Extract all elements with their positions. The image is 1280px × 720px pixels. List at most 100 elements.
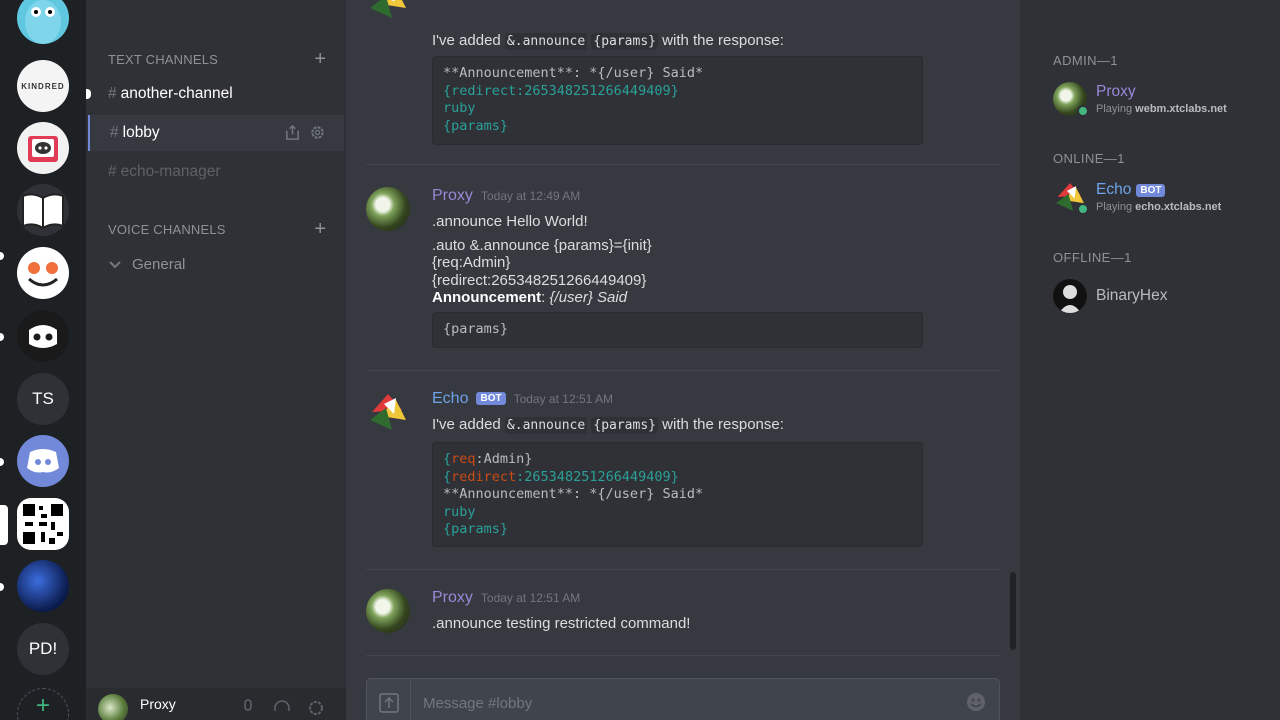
- gopher-server-icon[interactable]: [17, 0, 69, 44]
- text-suffix: with the response:: [658, 32, 784, 49]
- text-prefix: I've added: [432, 416, 505, 433]
- message-line: {req:Admin}: [432, 254, 511, 271]
- message-divider: [366, 655, 1000, 656]
- colon-text: :: [541, 289, 550, 306]
- timestamp: Today at 12:51 AM: [480, 591, 581, 605]
- code-line: **Announcement**: *{/user} Said*: [443, 65, 704, 81]
- code-line: {params}: [443, 521, 509, 537]
- code-line: **Announcement**: *{/user} Said*: [443, 486, 704, 502]
- add-voice-channel-button[interactable]: +: [314, 219, 326, 239]
- activity-game: echo.xtclabs.net: [1135, 201, 1222, 213]
- bot-badge: BOT: [476, 392, 506, 405]
- message-text: .announce Hello World! .auto &.announce …: [432, 213, 652, 307]
- author-name[interactable]: Echo: [432, 390, 468, 408]
- channel-echo-manager[interactable]: # echo-manager: [88, 154, 344, 190]
- message-divider: [366, 370, 1000, 371]
- user-panel: Proxy: [86, 688, 346, 720]
- kindred-server-icon[interactable]: KINDRED: [17, 60, 69, 112]
- avatar[interactable]: [366, 187, 410, 231]
- chat-scrollbar[interactable]: [1010, 572, 1016, 650]
- member-proxy[interactable]: Proxy Playing webm.xtclabs.net: [1053, 82, 1273, 122]
- emoji-icon[interactable]: [965, 691, 987, 713]
- message-text: I've added &.announce {params} with the …: [432, 416, 784, 435]
- code-line: {params}: [443, 117, 509, 134]
- pd-label: PD!: [28, 639, 58, 658]
- inline-code: &.announce: [504, 33, 588, 50]
- message-text: .announce testing restricted command!: [432, 615, 691, 632]
- unread-indicator: [0, 583, 4, 591]
- open-book-server-icon[interactable]: [17, 184, 69, 236]
- member-binaryhex[interactable]: BinaryHex: [1053, 279, 1273, 319]
- add-server-button[interactable]: +: [17, 688, 69, 720]
- avatar[interactable]: [366, 589, 410, 633]
- hash-icon: #: [110, 124, 119, 141]
- message-header: Proxy Today at 12:51 AM: [432, 589, 580, 607]
- microphone-icon[interactable]: [238, 698, 258, 718]
- online-status-icon: [1077, 105, 1089, 117]
- message: I've added &.announce {params} with the …: [366, 0, 1000, 150]
- pd-server[interactable]: PD!: [17, 623, 69, 675]
- code-token: :Admin}: [475, 451, 533, 467]
- echo-avatar-icon[interactable]: [366, 390, 410, 434]
- voice-channel-general[interactable]: General: [108, 256, 185, 273]
- message-text: I've added &.announce {params} with the …: [432, 32, 784, 51]
- channel-lobby[interactable]: # lobby: [88, 115, 344, 151]
- invite-icon[interactable]: [284, 124, 301, 141]
- bold-text: Announcement: [432, 289, 542, 306]
- inline-code: {params}: [591, 417, 658, 434]
- channel-sidebar: TEXT CHANNELS + # another-channel # lobb…: [86, 0, 346, 720]
- code-line: {redirect:265348251266449409}: [443, 82, 679, 99]
- message-line: .announce Hello World!: [432, 213, 588, 230]
- member-list: ADMIN—1 Proxy Playing webm.xtclabs.net O…: [1020, 0, 1280, 720]
- member-name-text: Echo: [1096, 181, 1132, 198]
- text-suffix: with the response:: [658, 416, 784, 433]
- discord-book-server-icon[interactable]: [17, 122, 69, 174]
- author-name[interactable]: Proxy: [432, 589, 473, 607]
- smiley-server-icon[interactable]: [17, 247, 69, 299]
- channel-label: lobby: [122, 124, 160, 141]
- avatar[interactable]: [98, 694, 128, 720]
- member-activity: Playing echo.xtclabs.net: [1096, 201, 1221, 213]
- hash-icon: #: [108, 85, 117, 102]
- headphones-icon[interactable]: [272, 698, 292, 718]
- add-text-channel-button[interactable]: +: [314, 49, 326, 69]
- active-server-indicator: [0, 505, 8, 545]
- code-block: **Announcement**: *{/user} Said* {redirec…: [432, 56, 923, 145]
- upload-button[interactable]: [367, 679, 411, 720]
- code-line: ruby: [443, 503, 476, 520]
- gear-icon[interactable]: [309, 124, 326, 141]
- code-line: {params}: [443, 321, 509, 337]
- chat-panel: I've added &.announce {params} with the …: [346, 0, 1020, 720]
- text-channels-category[interactable]: TEXT CHANNELS: [108, 52, 218, 67]
- member-group-title: ADMIN—1: [1053, 53, 1118, 68]
- channel-another-channel[interactable]: # another-channel: [88, 76, 344, 112]
- ts-server[interactable]: TS: [17, 373, 69, 425]
- kindred-label: KINDRED: [21, 81, 65, 91]
- member-name: Echo BOT: [1096, 181, 1166, 199]
- member-name: Proxy: [1096, 83, 1136, 101]
- message-header: Proxy Today at 12:49 AM: [432, 187, 580, 205]
- voice-channels-category[interactable]: VOICE CHANNELS: [108, 222, 226, 237]
- inline-code: &.announce: [504, 417, 588, 434]
- member-group-title: ONLINE—1: [1053, 151, 1125, 166]
- activity-prefix: Playing: [1096, 103, 1136, 115]
- unread-indicator: [0, 458, 4, 466]
- qr-server-icon[interactable]: [17, 498, 69, 550]
- timestamp: Today at 12:49 AM: [480, 189, 581, 203]
- message-header: Echo BOT Today at 12:51 AM: [432, 390, 613, 408]
- member-echo[interactable]: Echo BOT Playing echo.xtclabs.net: [1053, 180, 1273, 220]
- settings-icon[interactable]: [306, 698, 326, 718]
- message-composer: [366, 678, 1000, 720]
- activity-prefix: Playing: [1096, 201, 1136, 213]
- member-group-title: OFFLINE—1: [1053, 250, 1132, 265]
- unread-indicator: [0, 333, 4, 341]
- message-line: .auto &.announce {params}={init}: [432, 236, 652, 254]
- author-name[interactable]: Proxy: [432, 187, 473, 205]
- text-prefix: I've added: [432, 32, 505, 49]
- discord-server-icon[interactable]: [17, 435, 69, 487]
- message-line: {redirect:265348251266449409}: [432, 271, 647, 289]
- robot-server-icon[interactable]: [17, 310, 69, 362]
- upload-icon: [378, 693, 399, 713]
- message-input[interactable]: [423, 692, 943, 714]
- night-server-icon[interactable]: [17, 560, 69, 612]
